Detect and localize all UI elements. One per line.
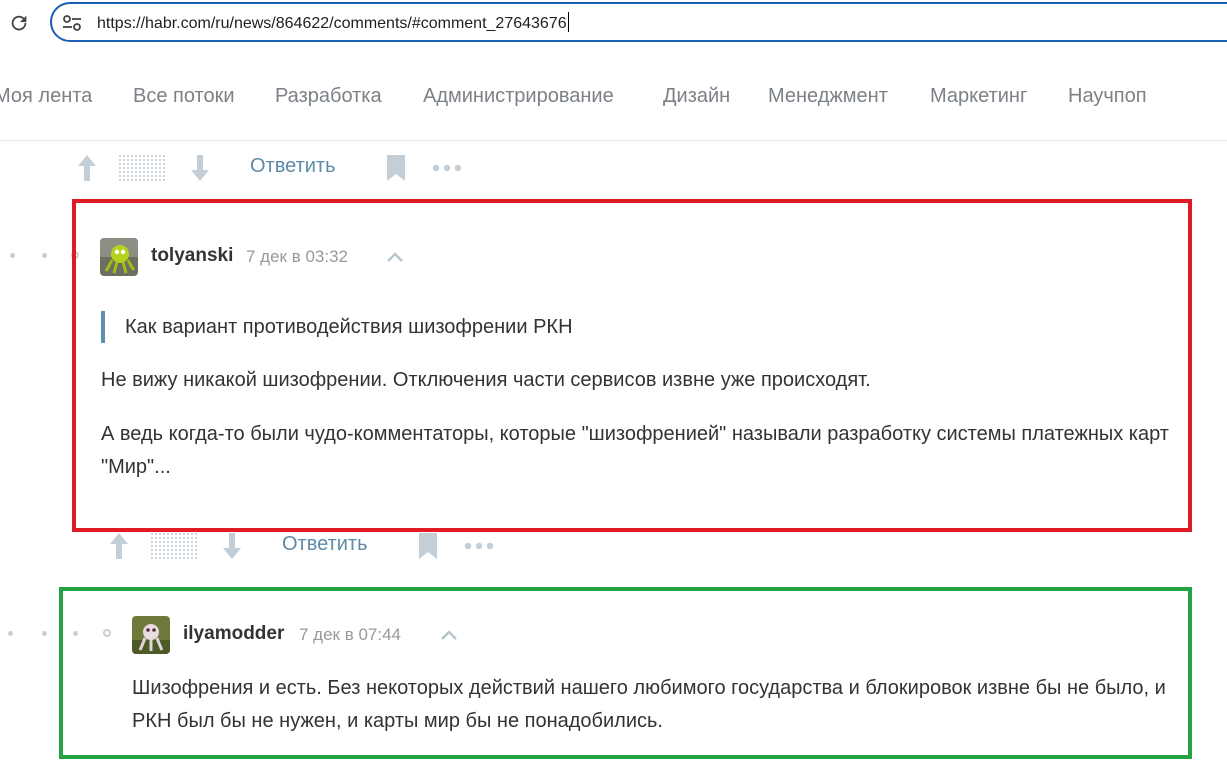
nav-management[interactable]: Менеджмент xyxy=(768,85,888,108)
nav-popular-science[interactable]: Научпоп xyxy=(1068,85,1147,108)
comment-actions: Ответить xyxy=(108,529,508,563)
upvote-arrow-icon[interactable] xyxy=(76,153,98,183)
upvote-arrow-icon[interactable] xyxy=(108,531,130,561)
url-text[interactable]: https://habr.com/ru/news/864622/comments… xyxy=(97,12,569,33)
nav-marketing[interactable]: Маркетинг xyxy=(930,85,1027,108)
comment-actions: Ответить xyxy=(76,151,476,185)
bookmark-icon[interactable] xyxy=(386,154,406,182)
highlight-box-green xyxy=(59,587,1192,759)
reload-icon[interactable] xyxy=(8,12,30,34)
rating-placeholder-icon xyxy=(119,155,167,181)
nav-development[interactable]: Разработка xyxy=(275,85,382,108)
nav-all-streams[interactable]: Все потоки xyxy=(133,85,235,108)
text-caret xyxy=(567,12,569,32)
nav-my-feed[interactable]: Моя лента xyxy=(0,85,92,108)
downvote-arrow-icon[interactable] xyxy=(221,531,243,561)
nav-design[interactable]: Дизайн xyxy=(663,85,730,108)
browser-address-bar: https://habr.com/ru/news/864622/comments… xyxy=(0,0,1227,50)
habr-nav-bar: Моя лента Все потоки Разработка Админист… xyxy=(0,52,1227,141)
reply-button[interactable]: Ответить xyxy=(282,533,368,556)
nav-administration[interactable]: Администрирование xyxy=(423,85,614,108)
highlight-box-red xyxy=(72,199,1192,532)
more-options-icon[interactable] xyxy=(464,541,494,551)
more-options-icon[interactable] xyxy=(432,163,462,173)
bookmark-icon[interactable] xyxy=(418,532,438,560)
site-settings-icon[interactable] xyxy=(62,14,82,32)
downvote-arrow-icon[interactable] xyxy=(189,153,211,183)
reply-button[interactable]: Ответить xyxy=(250,155,336,178)
rating-placeholder-icon xyxy=(151,533,199,559)
